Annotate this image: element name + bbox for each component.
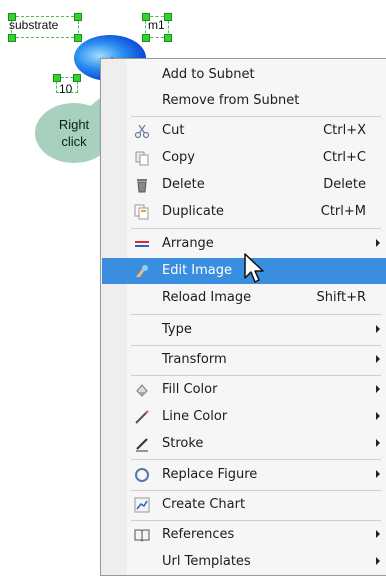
menu-item-delete[interactable]: Delete Delete [102,172,386,198]
menu-item-add-to-subnet[interactable]: Add to Subnet [102,62,386,88]
selection-handle[interactable] [74,13,82,21]
menu-item-type[interactable]: Type [102,317,386,343]
menu-item-remove-from-subnet[interactable]: Remove from Subnet [102,88,386,114]
menu-item-label: Line Color [162,409,228,424]
menu-item-label: Remove from Subnet [162,93,300,108]
selection-handle[interactable] [142,34,150,42]
book-icon [134,529,150,542]
copy-icon [135,151,149,166]
selection-handle[interactable] [164,13,172,21]
menu-item-create-chart[interactable]: Create Chart [102,492,386,518]
chart-icon [134,497,150,513]
submenu-arrow-icon [376,412,380,420]
menu-item-shortcut: Delete [323,177,366,192]
menu-item-label: References [162,527,235,542]
submenu-arrow-icon [376,530,380,538]
menu-item-duplicate[interactable]: Duplicate Ctrl+M [102,199,386,225]
menu-item-label: Copy [162,150,195,165]
menu-item-transform[interactable]: Transform [102,347,386,373]
trash-icon [137,179,147,193]
submenu-arrow-icon [376,325,380,333]
submenu-arrow-icon [376,385,380,393]
mouse-cursor-icon [244,253,264,283]
menu-item-label: Duplicate [162,204,224,219]
submenu-arrow-icon [376,557,380,565]
selection-handle[interactable] [8,34,16,42]
stroke-icon [136,438,148,452]
selection-handle[interactable] [74,34,82,42]
replace-figure-icon [135,468,149,482]
menu-item-label: Add to Subnet [162,67,255,82]
node-label-m1[interactable]: m1 [148,18,165,32]
selection-handle[interactable] [53,74,61,82]
fill-color-icon [136,384,148,397]
selection-handle[interactable] [73,74,81,82]
tooltip-line-2: click [61,134,87,149]
menu-item-shortcut: Ctrl+C [322,150,366,165]
menu-item-stroke[interactable]: Stroke [102,431,386,457]
node-label-count[interactable]: 10 [59,82,72,96]
menu-separator [131,116,381,117]
menu-item-label: Replace Figure [162,467,258,482]
submenu-arrow-icon [376,439,380,447]
submenu-arrow-icon [376,239,380,247]
menu-item-label: Reload Image [162,290,252,305]
duplicate-icon [134,204,149,220]
menu-separator [131,345,381,346]
menu-item-label: Arrange [162,236,214,251]
menu-item-label: Create Chart [162,497,246,512]
menu-item-label: Transform [162,352,227,367]
menu-item-shortcut: Ctrl+X [323,123,366,138]
menu-item-shortcut: Ctrl+M [320,204,366,219]
menu-item-fill-color[interactable]: Fill Color [102,377,386,403]
menu-separator [131,490,381,491]
menu-separator [131,459,381,460]
menu-item-label: Url Templates [162,554,251,569]
selection-handle[interactable] [164,34,172,42]
menu-separator [131,520,381,521]
menu-item-label: Delete [162,177,205,192]
menu-item-shortcut: Shift+R [316,290,366,305]
menu-item-cut[interactable]: Cut Ctrl+X [102,118,386,144]
node-label-substrate[interactable]: substrate [9,18,58,32]
menu-item-label: Cut [162,123,185,138]
menu-item-replace-figure[interactable]: Replace Figure [102,462,386,488]
arrange-icon [135,241,149,247]
menu-item-reload-image[interactable]: Reload Image Shift+R [102,285,386,311]
menu-item-label: Type [162,322,192,337]
context-menu[interactable]: Add to Subnet Remove from Subnet Cut Ctr… [100,58,386,576]
line-color-icon [135,410,149,424]
tooltip-line-1: Right [58,117,90,132]
menu-item-label: Edit Image [162,263,233,278]
image-edit-icon [136,265,148,277]
menu-separator [131,375,381,376]
menu-separator [131,314,381,315]
submenu-arrow-icon [376,355,380,363]
scissors-icon [134,124,150,139]
menu-item-line-color[interactable]: Line Color [102,404,386,430]
menu-item-label: Fill Color [162,382,218,397]
menu-separator [131,228,381,229]
menu-item-copy[interactable]: Copy Ctrl+C [102,145,386,171]
submenu-arrow-icon [376,470,380,478]
menu-item-label: Stroke [162,436,204,451]
menu-item-url-templates[interactable]: Url Templates [102,549,386,575]
menu-item-references[interactable]: References [102,522,386,548]
